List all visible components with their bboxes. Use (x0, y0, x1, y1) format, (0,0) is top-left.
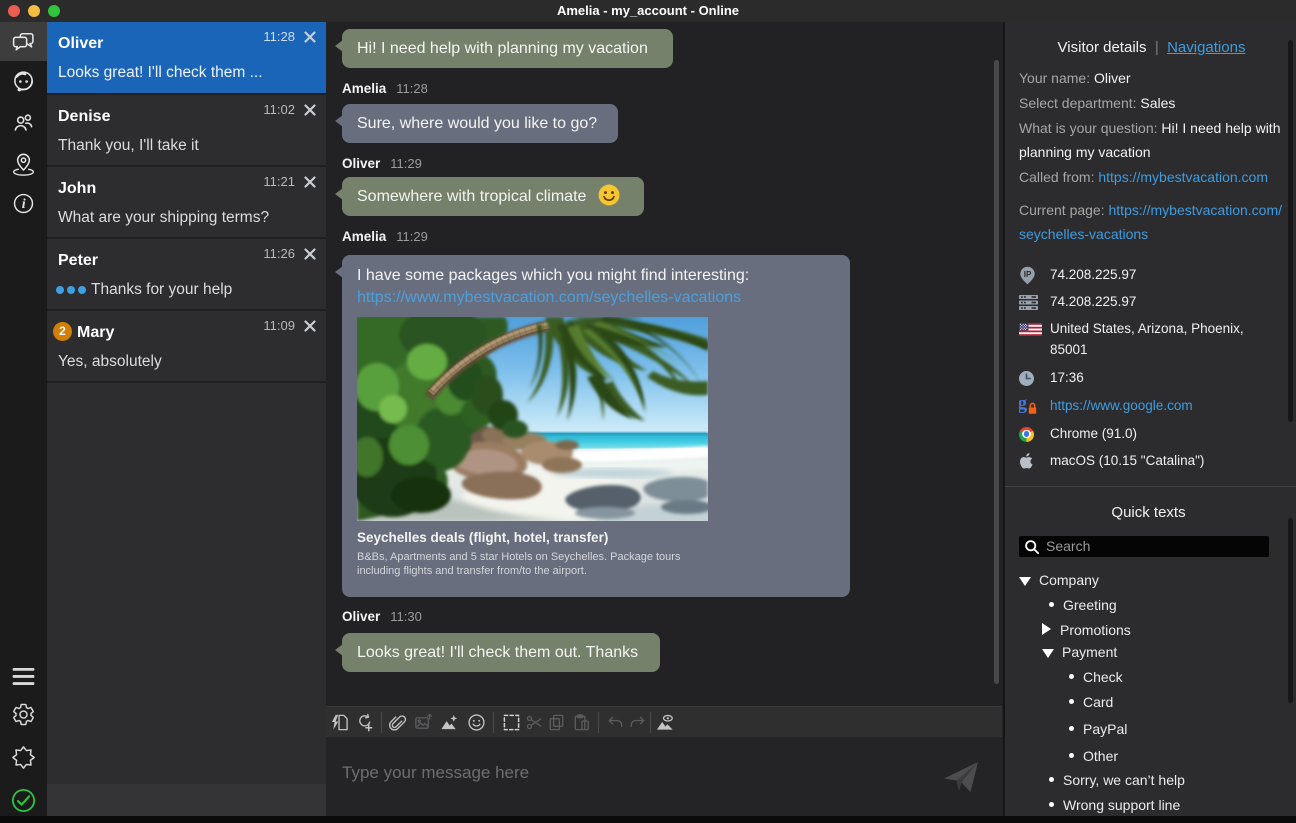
svg-text:i: i (22, 196, 26, 212)
svg-text:IP: IP (1024, 270, 1032, 279)
svg-text:g: g (1019, 396, 1028, 414)
